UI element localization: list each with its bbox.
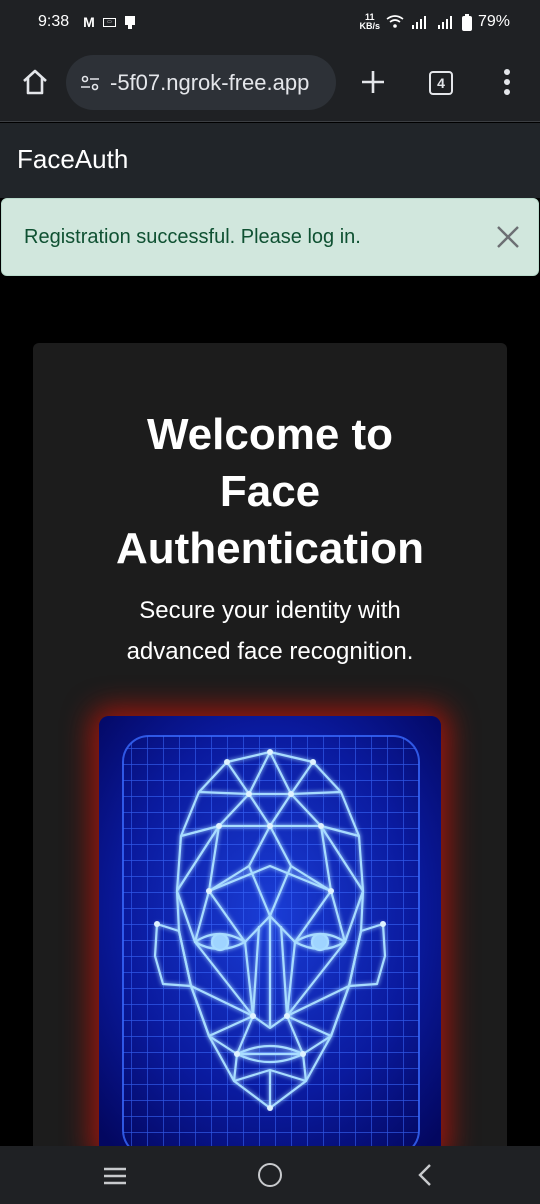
site-navbar: FaceAuth (0, 123, 540, 198)
battery-percent: 79% (477, 13, 510, 30)
face-wireframe-icon (99, 716, 441, 1156)
device-icon (124, 16, 135, 29)
url-text[interactable]: -5f07.ngrok-free.app (110, 70, 309, 96)
wifi-icon (386, 15, 404, 28)
page-title: Welcome to Face Authentication (116, 410, 424, 573)
notification-icons: M ▭ (83, 14, 136, 30)
status-right: 11 KB/s 79% (359, 13, 510, 31)
signal-icon (411, 16, 426, 29)
tune-icon[interactable] (80, 73, 100, 93)
tabs-icon[interactable]: 4 (429, 71, 453, 95)
battery-icon (461, 13, 472, 31)
system-navigation-bar (0, 1146, 540, 1204)
recent-apps-icon[interactable] (102, 1166, 128, 1186)
gmail-icon: M (83, 14, 95, 30)
success-alert: Registration successful. Please log in. (1, 198, 539, 276)
back-icon[interactable] (414, 1162, 436, 1188)
status-time: 9:38 (38, 13, 70, 30)
face-scan-illustration (99, 716, 441, 1156)
more-vert-icon[interactable] (497, 66, 517, 98)
address-bar[interactable]: -5f07.ngrok-free.app (66, 55, 336, 110)
home-circle-icon[interactable] (258, 1163, 282, 1187)
app-notification-icon: ▭ (102, 17, 116, 27)
signal-icon-2 (437, 16, 452, 29)
plus-icon[interactable] (357, 66, 389, 98)
status-bar: 9:38 M ▭ 11 KB/s 79% (0, 0, 540, 44)
brand-link[interactable]: FaceAuth (17, 144, 128, 175)
close-icon[interactable] (494, 223, 522, 251)
network-speed: 11 KB/s (359, 12, 380, 31)
home-icon[interactable] (20, 67, 50, 97)
page-subtitle: Secure your identity with advanced face … (126, 597, 414, 665)
alert-message: Registration successful. Please log in. (24, 226, 361, 248)
browser-toolbar: -5f07.ngrok-free.app 4 (0, 44, 540, 122)
